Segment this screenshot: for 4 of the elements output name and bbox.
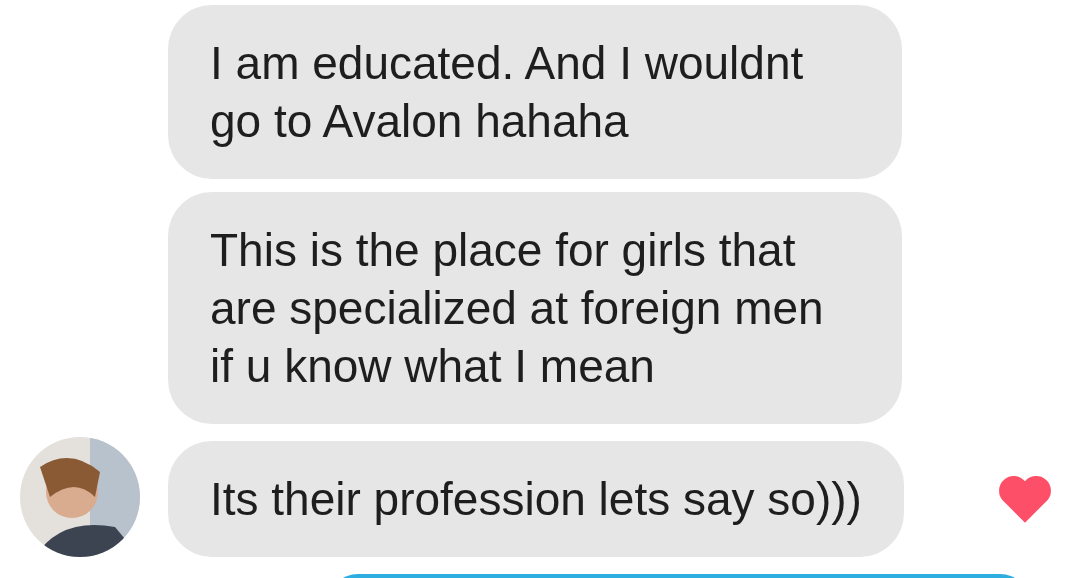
heart-icon[interactable] [996, 473, 1054, 525]
message-bubble: Its their profession lets say so))) [168, 441, 904, 557]
message-bubble: I am educated. And I wouldnt go to Avalon hahaha [168, 5, 902, 179]
message-bubble: This is the place for girls that are specialized at foreign men if u know what I mean [168, 192, 902, 424]
